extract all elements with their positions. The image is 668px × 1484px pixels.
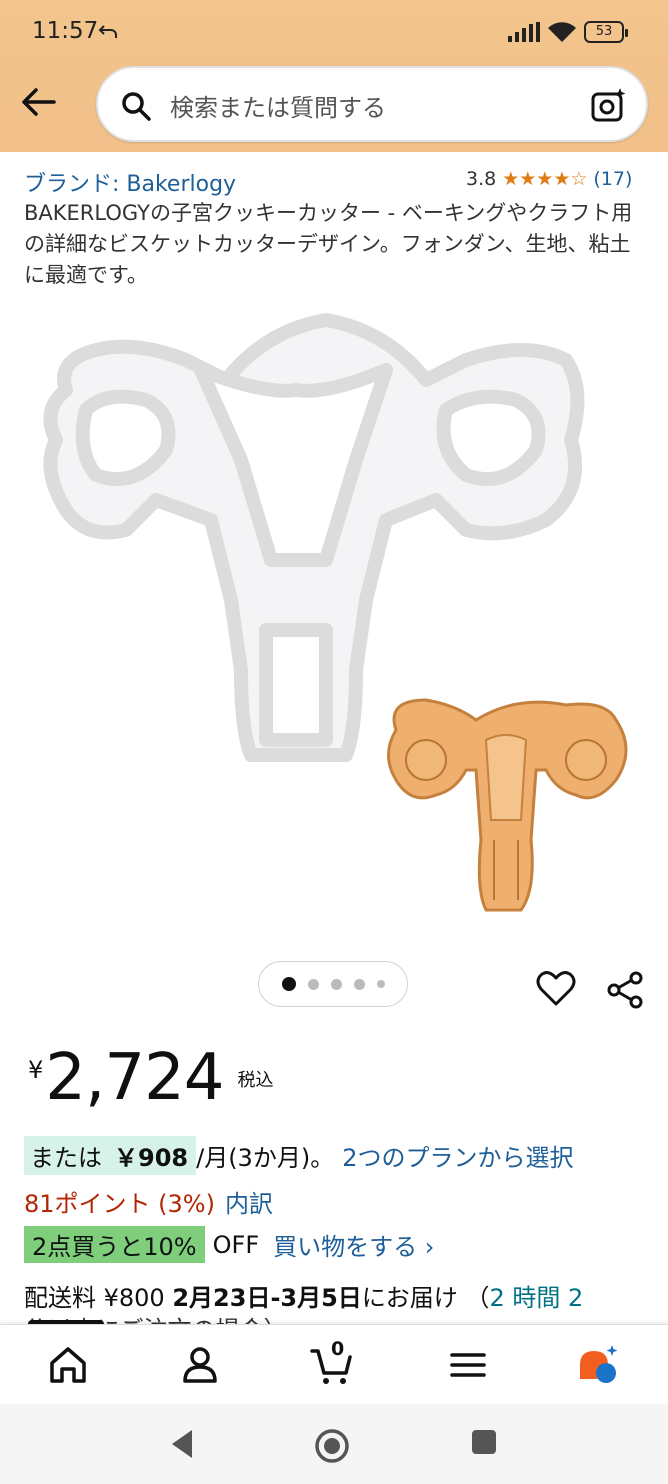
return-icon — [98, 25, 117, 38]
assistant-icon[interactable] — [576, 1343, 620, 1387]
installment-amount: ￥908 — [114, 1144, 189, 1172]
account-icon[interactable] — [178, 1343, 222, 1387]
system-recents-icon[interactable] — [470, 1428, 498, 1456]
search-bar[interactable]: 検索または質問する — [96, 66, 648, 142]
delivery-info: 配送料 ¥800 2月23日-3月5日にお届け （2 時間 2 — [24, 1278, 583, 1313]
system-back-icon[interactable] — [168, 1428, 196, 1460]
cart-count: 0 — [331, 1338, 345, 1360]
installment-offer: または ￥908 /月(3か月)。 2つのプランから選択 — [24, 1136, 573, 1175]
review-count[interactable]: (17) — [593, 168, 632, 190]
promo-off: OFF — [212, 1230, 260, 1259]
cookie-cutter-image — [43, 313, 585, 762]
delivery-countdown: 2 時間 2 — [489, 1284, 584, 1312]
price-currency: ¥ — [28, 1056, 44, 1084]
promotion: 2点買うと10% OFF 買い物をする › — [24, 1226, 434, 1263]
status-time: 11:57 — [32, 18, 99, 44]
camera-search-icon[interactable] — [590, 86, 628, 124]
delivery-suffix: にお届け （ — [361, 1284, 490, 1312]
home-icon[interactable] — [46, 1343, 90, 1387]
price: ¥ 2,724 税込 — [28, 1040, 274, 1116]
carousel-dot[interactable] — [281, 977, 296, 991]
delivery-prefix: 配送料 ¥800 — [24, 1284, 173, 1312]
wifi-icon — [548, 22, 576, 42]
points-info: 81ポイント (3%) 内訳 — [24, 1184, 273, 1219]
cookie-image — [387, 698, 628, 912]
carousel-dot[interactable] — [353, 978, 365, 990]
bottom-navigation — [0, 1324, 668, 1404]
status-bar: 11:57 53 — [0, 0, 668, 64]
delivery-dates: 2月23日-3月5日 — [172, 1284, 362, 1312]
battery-icon: 53 — [584, 21, 628, 43]
carousel-dot[interactable] — [376, 980, 385, 988]
search-input[interactable]: 検索または質問する — [170, 88, 386, 123]
rating-value: 3.8 — [466, 168, 497, 190]
signal-icon — [508, 22, 540, 42]
installment-prefix: または — [30, 1144, 102, 1172]
points-breakdown-link[interactable]: 内訳 — [225, 1190, 273, 1218]
heart-icon[interactable] — [536, 970, 576, 1008]
product-image[interactable] — [26, 300, 646, 940]
product-title: BAKERLOGYの子宮クッキーカッター - ベーキングやクラフト用の詳細なビス… — [24, 201, 633, 287]
tax-label: 税込 — [237, 1070, 274, 1091]
search-icon — [122, 92, 151, 121]
brand-link[interactable]: ブランド: Bakerlogy — [24, 166, 236, 198]
promo-badge: 2点買うと10% — [24, 1226, 205, 1263]
installment-plans-link[interactable]: 2つのプランから選択 — [342, 1138, 573, 1173]
carousel-dot[interactable] — [330, 978, 342, 990]
share-icon[interactable] — [606, 970, 646, 1010]
system-home-icon[interactable] — [314, 1428, 350, 1464]
rating-stars: ★★★★☆ — [502, 168, 588, 190]
points-text: 81ポイント (3%) — [24, 1190, 215, 1218]
carousel-dot[interactable] — [307, 978, 319, 990]
installment-suffix: /月(3か月)。 — [196, 1144, 335, 1172]
back-arrow-icon[interactable] — [18, 82, 58, 122]
product-rating[interactable]: 3.8 ★★★★☆ (17) — [466, 168, 632, 190]
promo-shop-link[interactable]: 買い物をする › — [273, 1227, 434, 1262]
system-navigation — [0, 1404, 668, 1484]
price-amount: 2,724 — [45, 1041, 224, 1115]
image-carousel-indicator[interactable] — [258, 961, 408, 1007]
menu-icon[interactable] — [446, 1343, 490, 1387]
installment-highlight: または ￥908 — [24, 1136, 197, 1175]
app-header: 11:57 53 検索または質問する — [0, 0, 668, 152]
